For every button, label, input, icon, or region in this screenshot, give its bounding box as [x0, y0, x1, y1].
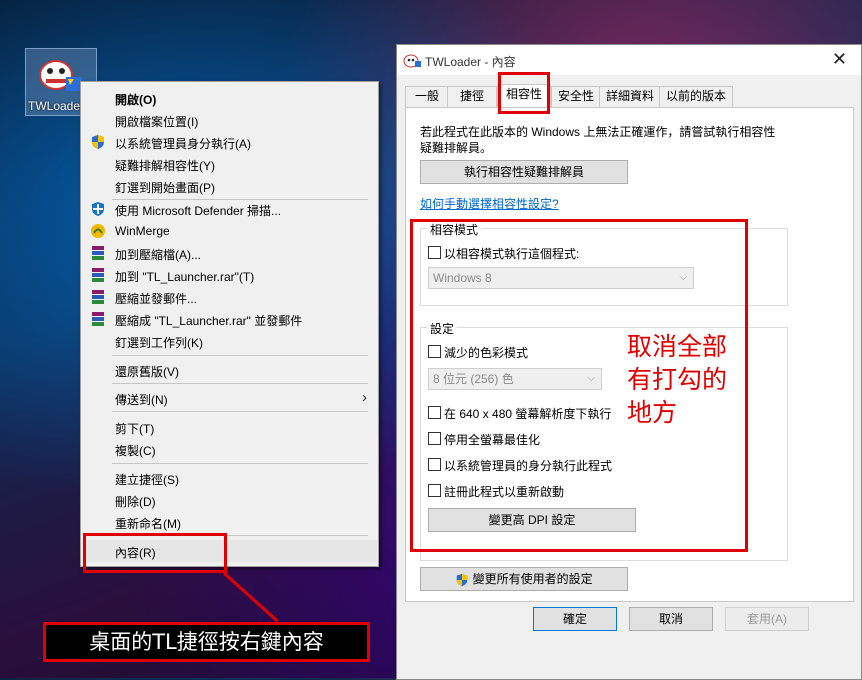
uac-shield-icon [457, 573, 468, 586]
tab-details[interactable]: 詳細資料 [599, 86, 661, 107]
menu-separator [112, 411, 368, 412]
cancel-button[interactable]: 取消 [629, 607, 713, 631]
tab-previous-versions[interactable]: 以前的版本 [659, 86, 733, 107]
menu-label: 加到 "TL_Launcher.rar"(T) [115, 270, 255, 284]
winrar-icon [92, 312, 104, 326]
note-line: 取消全部 [627, 332, 728, 361]
note-line: 有打勾的 [627, 365, 728, 394]
menu-item-pin-taskbar[interactable]: 釘選到工作列(K) [82, 330, 377, 352]
menu-label: 以系統管理員身分執行(A) [115, 137, 251, 151]
submenu-arrow-icon: › [362, 389, 367, 406]
menu-label: 開啟(O) [115, 93, 157, 107]
menu-item-compress-rar-email[interactable]: 壓縮成 "TL_Launcher.rar" 並發郵件 [82, 308, 377, 330]
run-troubleshooter-button[interactable]: 執行相容性疑難排解員 [420, 160, 628, 184]
menu-label: 傳送到(N) [115, 393, 168, 407]
menu-label: 加到壓縮檔(A)... [115, 248, 201, 262]
menu-label: 剪下(T) [115, 422, 155, 436]
menu-label: 複製(C) [115, 444, 156, 458]
change-all-users-label: 變更所有使用者的設定 [472, 572, 593, 586]
tab-security[interactable]: 安全性 [551, 86, 601, 107]
menu-item-open-location[interactable]: 開啟檔案位置(I) [82, 109, 377, 131]
change-all-users-button[interactable]: 變更所有使用者的設定 [420, 567, 628, 591]
winmerge-icon [91, 224, 105, 238]
annotation-note: 取消全部 有打勾的 地方 [627, 330, 727, 429]
menu-item-send-to[interactable]: 傳送到(N) › [82, 387, 377, 409]
intro-text-line2: 疑難排解員。 [420, 141, 493, 155]
defender-icon [92, 202, 104, 216]
tab-shortcut[interactable]: 捷徑 [447, 86, 497, 107]
menu-label: WinMerge [115, 224, 170, 238]
manual-settings-link[interactable]: 如何手動選擇相容性設定? [420, 195, 559, 212]
menu-item-open[interactable]: 開啟(O) [82, 87, 377, 109]
menu-item-add-archive[interactable]: 加到壓縮檔(A)... [82, 242, 377, 264]
twloader-app-icon [39, 60, 82, 91]
menu-item-restore-versions[interactable]: 還原舊版(V) [82, 359, 377, 381]
menu-item-cut[interactable]: 剪下(T) [82, 416, 377, 438]
menu-item-add-rar[interactable]: 加到 "TL_Launcher.rar"(T) [82, 264, 377, 286]
menu-label: 壓縮成 "TL_Launcher.rar" 並發郵件 [115, 314, 303, 328]
twloader-app-icon [403, 54, 421, 68]
tab-general[interactable]: 一般 [405, 86, 449, 107]
winrar-icon [92, 268, 104, 282]
menu-label: 釘選到開始畫面(P) [115, 181, 215, 195]
highlight-compat-tab [498, 72, 550, 114]
menu-item-compress-email[interactable]: 壓縮並發郵件... [82, 286, 377, 308]
menu-item-defender-scan[interactable]: 使用 Microsoft Defender 掃描... [82, 198, 377, 220]
intro-text-line1: 若此程式在此版本的 Windows 上無法正確運作，請嘗試執行相容性 [420, 125, 776, 139]
dialog-titlebar: TWLoader - 內容 ✕ [397, 45, 861, 75]
menu-item-run-as-admin[interactable]: 以系統管理員身分執行(A) [82, 131, 377, 153]
apply-button[interactable]: 套用(A) [725, 607, 809, 631]
highlight-properties [83, 533, 227, 573]
menu-label: 還原舊版(V) [115, 365, 179, 379]
menu-item-winmerge[interactable]: WinMerge [82, 220, 377, 242]
desktop-icon-label: TWLoader [28, 99, 85, 113]
winrar-icon [92, 290, 104, 304]
dialog-title: TWLoader - 內容 [425, 55, 516, 69]
menu-item-create-shortcut[interactable]: 建立捷徑(S) [82, 467, 377, 489]
annotation-connector [222, 572, 279, 623]
menu-separator [112, 463, 368, 464]
menu-label: 疑難排解相容性(Y) [115, 159, 215, 173]
menu-label: 建立捷徑(S) [115, 473, 179, 487]
annotation-caption: 桌面的TL捷徑按右鍵內容 [43, 622, 370, 662]
menu-item-pin-start[interactable]: 釘選到開始畫面(P) [82, 175, 377, 197]
note-line: 地方 [627, 398, 678, 427]
context-menu: 開啟(O) 開啟檔案位置(I) 以系統管理員身分執行(A) 疑難排解相容性(Y)… [80, 81, 379, 567]
menu-label: 開啟檔案位置(I) [115, 115, 199, 129]
menu-item-troubleshoot-compat[interactable]: 疑難排解相容性(Y) [82, 153, 377, 175]
ok-button[interactable]: 確定 [533, 607, 617, 631]
menu-label: 壓縮並發郵件... [115, 292, 198, 306]
close-icon[interactable]: ✕ [832, 49, 847, 70]
uac-shield-icon [92, 135, 104, 149]
menu-item-rename[interactable]: 重新命名(M) [82, 511, 377, 533]
menu-label: 釘選到工作列(K) [115, 336, 203, 350]
menu-label: 刪除(D) [115, 495, 156, 509]
menu-label: 重新命名(M) [115, 517, 181, 531]
menu-item-copy[interactable]: 複製(C) [82, 438, 377, 460]
menu-separator [112, 355, 368, 356]
winrar-icon [92, 246, 104, 260]
menu-separator [112, 383, 368, 384]
menu-item-delete[interactable]: 刪除(D) [82, 489, 377, 511]
menu-label: 使用 Microsoft Defender 掃描... [115, 204, 282, 218]
